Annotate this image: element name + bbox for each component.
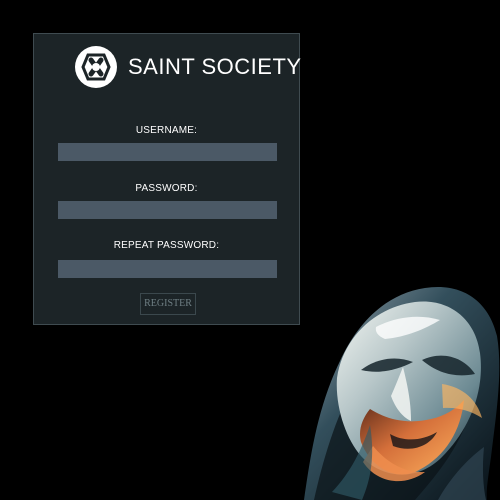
- repeat-password-label: REPEAT PASSWORD:: [113, 240, 220, 251]
- brand-title: SAINT SOCIETY: [128, 54, 302, 79]
- registration-panel: SAINT SOCIETY USERNAME: PASSWORD: REPEAT…: [33, 33, 301, 325]
- statue-image: [304, 286, 500, 500]
- username-input[interactable]: [58, 143, 277, 161]
- cross-circle-icon: [75, 46, 117, 88]
- username-label: USERNAME:: [135, 125, 198, 136]
- password-input[interactable]: [58, 201, 277, 219]
- register-button[interactable]: REGISTER: [140, 293, 196, 315]
- registration-page: SAINT SOCIETY USERNAME: PASSWORD: REPEAT…: [0, 0, 500, 500]
- repeat-password-input[interactable]: [58, 260, 277, 278]
- password-label: PASSWORD:: [135, 183, 198, 194]
- brand-header: SAINT SOCIETY: [74, 44, 301, 90]
